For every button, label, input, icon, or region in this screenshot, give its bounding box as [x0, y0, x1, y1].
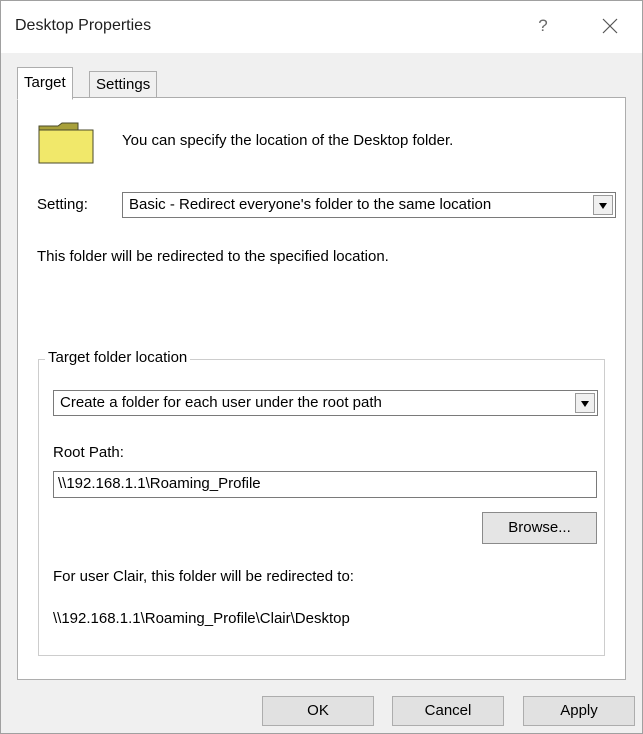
cancel-button[interactable]: Cancel	[392, 696, 504, 726]
preview-label: For user Clair, this folder will be redi…	[53, 568, 354, 585]
preview-path: \\192.168.1.1\Roaming_Profile\Clair\Desk…	[53, 610, 350, 627]
location-select[interactable]: Create a folder for each user under the …	[53, 390, 598, 416]
intro-text: You can specify the location of the Desk…	[122, 132, 454, 149]
setting-select[interactable]: Basic - Redirect everyone's folder to th…	[122, 192, 616, 218]
chevron-down-icon[interactable]	[575, 393, 595, 413]
close-icon	[602, 18, 618, 34]
location-select-value: Create a folder for each user under the …	[60, 394, 382, 411]
redirect-note: This folder will be redirected to the sp…	[37, 248, 389, 265]
tab-panel-target: You can specify the location of the Desk…	[17, 97, 626, 680]
window-title: Desktop Properties	[15, 17, 152, 34]
chevron-down-icon[interactable]	[593, 195, 613, 215]
ok-button[interactable]: OK	[262, 696, 374, 726]
root-path-field[interactable]	[53, 471, 597, 498]
properties-dialog: Desktop Properties ? Target Settings You…	[0, 0, 643, 734]
root-path-label: Root Path:	[53, 444, 124, 461]
browse-button[interactable]: Browse...	[482, 512, 597, 544]
apply-button[interactable]: Apply	[523, 696, 635, 726]
folder-icon	[38, 122, 94, 164]
group-title: Target folder location	[45, 349, 191, 366]
close-button[interactable]	[589, 7, 631, 45]
title-bar[interactable]: Desktop Properties ?	[1, 1, 642, 53]
setting-label: Setting:	[37, 196, 88, 213]
tab-settings[interactable]: Settings	[89, 71, 158, 99]
setting-select-value: Basic - Redirect everyone's folder to th…	[129, 196, 492, 213]
tab-target[interactable]: Target	[17, 67, 73, 100]
help-button[interactable]: ?	[525, 7, 561, 45]
root-path-input[interactable]	[58, 475, 588, 492]
